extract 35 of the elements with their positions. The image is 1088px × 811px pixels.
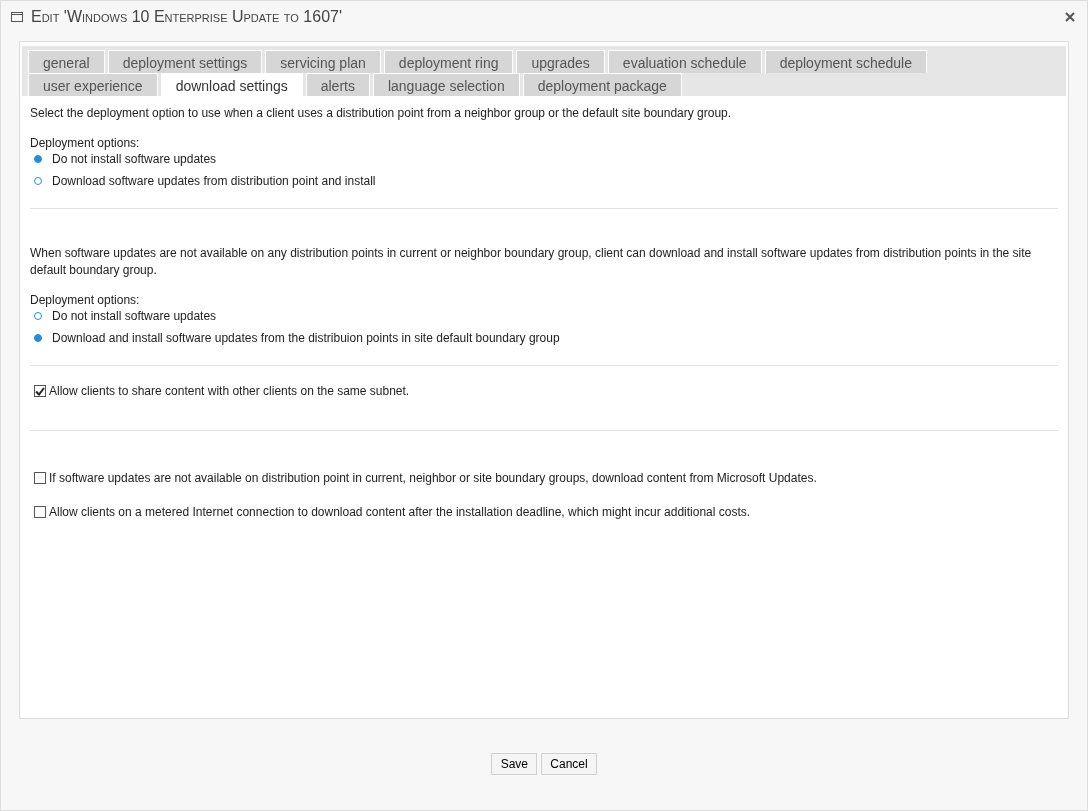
radio-button[interactable]: [34, 312, 42, 320]
checkbox-label: Allow clients to share content with other clients on the same subnet.: [49, 384, 410, 398]
checkbox[interactable]: [34, 506, 46, 518]
radio-button[interactable]: [34, 155, 42, 163]
option-label: Download and install software updates from the distribuion points in site default boundary group: [52, 331, 560, 345]
tab[interactable]: evaluation schedule: [607, 50, 762, 73]
description-text: Select the deployment option to use when a client uses a distribution point from a neighbor group or the default site boundary group.: [30, 105, 733, 122]
option-label: Do not install software updates: [52, 309, 217, 323]
checkbox-label: If software updates are not available on distribution point in current, neighbor or site boundary groups, download content from Microsoft Updates.: [49, 471, 817, 485]
option-label: Download software updates from distribution point and install: [52, 174, 376, 188]
tab[interactable]: alerts: [305, 73, 370, 96]
tab[interactable]: download settings: [160, 73, 303, 96]
checkbox[interactable]: [34, 472, 46, 484]
tab[interactable]: deployment ring: [383, 50, 514, 73]
option-label: Do not install software updates: [52, 152, 217, 166]
tab[interactable]: user experience: [28, 73, 158, 96]
tab[interactable]: servicing plan: [265, 50, 381, 73]
tab[interactable]: deployment package: [522, 73, 682, 96]
tab[interactable]: deployment schedule: [764, 50, 927, 73]
save-button[interactable]: Save: [491, 753, 538, 775]
radio-button[interactable]: [34, 334, 42, 342]
tab[interactable]: language selection: [372, 73, 520, 96]
checkbox[interactable]: [34, 385, 46, 397]
options-label: Deployment options:: [30, 136, 141, 150]
radio-button[interactable]: [34, 177, 42, 185]
checkbox-label: Allow clients on a metered Internet connection to download content after the installation deadline, which might incur additional costs.: [49, 505, 751, 519]
window-icon: [11, 12, 23, 22]
window-title: Edit 'Windows 10 Enterprise Update to 1607': [31, 8, 343, 26]
options-label: Deployment options:: [30, 293, 141, 307]
tab[interactable]: general: [28, 50, 105, 73]
cancel-button[interactable]: Cancel: [541, 753, 597, 775]
description-text: When software updates are not available on any distribution points in current or neighbor boundary group, client can download and install software updates from distribution points in the site default boundary group.: [30, 245, 1033, 279]
close-button[interactable]: [1063, 10, 1077, 24]
tab[interactable]: deployment settings: [107, 50, 263, 73]
tab[interactable]: upgrades: [516, 50, 605, 73]
